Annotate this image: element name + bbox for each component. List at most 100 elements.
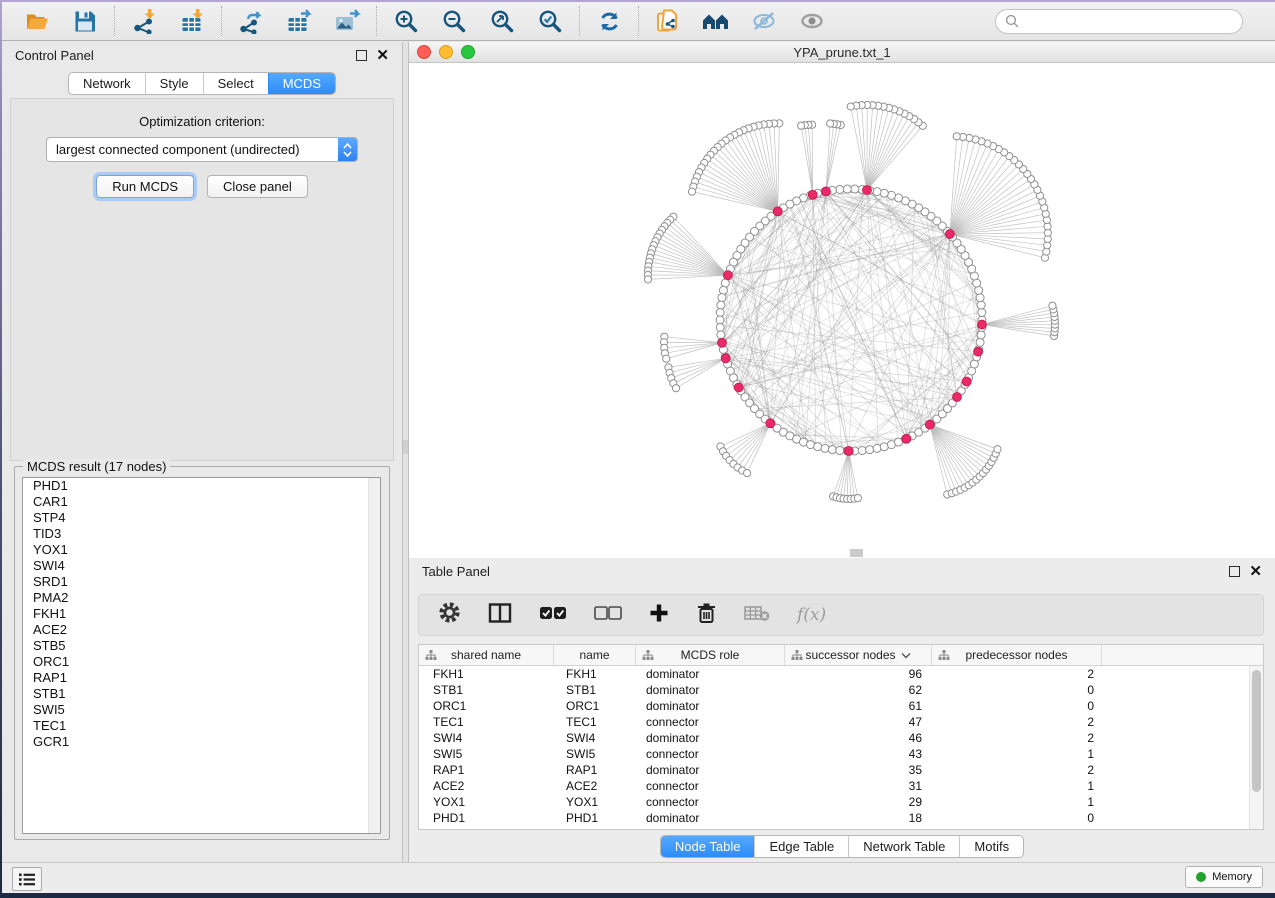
network-node[interactable] [721, 279, 729, 287]
mcds-hub-node[interactable] [734, 383, 743, 392]
column-header-shared-name[interactable]: shared name [419, 645, 554, 665]
export-table-button[interactable] [285, 8, 313, 34]
network-node[interactable] [688, 188, 695, 195]
mcds-result-item[interactable]: ACE2 [23, 622, 380, 638]
horizontal-splitter-handle[interactable] [850, 549, 863, 557]
apply-layout-button[interactable] [595, 8, 623, 34]
table-row[interactable]: ACE2ACE2connector311 [419, 778, 1263, 794]
task-history-button[interactable] [12, 867, 42, 891]
network-node[interactable] [851, 185, 859, 193]
export-image-button[interactable] [333, 8, 361, 34]
column-header-predecessor-nodes[interactable]: predecessor nodes [932, 645, 1102, 665]
network-node[interactable] [814, 443, 822, 451]
table-row[interactable]: STB1STB1dominator620 [419, 682, 1263, 698]
import-table-button[interactable] [178, 8, 206, 34]
run-mcds-button[interactable]: Run MCDS [96, 175, 194, 198]
network-node[interactable] [978, 309, 986, 317]
mcds-hub-node[interactable] [925, 420, 934, 429]
table-scrollbar[interactable] [1249, 666, 1263, 829]
network-canvas[interactable] [409, 63, 1275, 558]
criterion-dropdown[interactable]: largest connected component (undirected) [46, 137, 358, 162]
network-node[interactable] [836, 447, 844, 455]
mcds-hub-node[interactable] [844, 446, 853, 455]
network-node[interactable] [847, 103, 854, 110]
select-all-button[interactable] [539, 606, 567, 625]
memory-button[interactable]: Memory [1185, 866, 1263, 888]
network-node[interactable] [977, 331, 985, 339]
network-node[interactable] [717, 301, 725, 309]
mcds-hub-node[interactable] [862, 185, 871, 194]
hide-selected-button[interactable] [750, 8, 778, 34]
network-graph[interactable] [409, 63, 1275, 558]
network-node[interactable] [994, 446, 1001, 453]
table-row[interactable]: YOX1YOX1connector291 [419, 794, 1263, 810]
mcds-result-item[interactable]: STP4 [23, 510, 380, 526]
mcds-result-list[interactable]: PHD1CAR1STP4TID3YOX1SWI4SRD1PMA2FKH1ACE2… [22, 477, 381, 834]
copy-network-button[interactable] [654, 8, 682, 34]
mcds-hub-node[interactable] [808, 190, 817, 199]
mcds-hub-node[interactable] [902, 434, 911, 443]
table-row[interactable]: FKH1FKH1dominator962 [419, 666, 1263, 682]
mcds-result-item[interactable]: SRD1 [23, 574, 380, 590]
column-header-MCDS-role[interactable]: MCDS role [636, 645, 785, 665]
table-row[interactable]: SWI4SWI4dominator462 [419, 730, 1263, 746]
mcds-hub-node[interactable] [822, 187, 831, 196]
window-zoom-light[interactable] [461, 45, 475, 59]
zoom-out-button[interactable] [440, 8, 468, 34]
zoom-selected-button[interactable] [536, 8, 564, 34]
close-panel-icon[interactable]: ✕ [1249, 564, 1262, 579]
mcds-hub-node[interactable] [962, 377, 971, 386]
table-row[interactable]: RAP1RAP1dominator352 [419, 762, 1263, 778]
column-header-name[interactable]: name [554, 645, 636, 665]
mcds-result-item[interactable]: STB1 [23, 686, 380, 702]
mcds-hub-node[interactable] [723, 271, 732, 280]
import-network-button[interactable] [130, 8, 158, 34]
network-node[interactable] [672, 385, 679, 392]
tab-motifs[interactable]: Motifs [959, 836, 1023, 857]
table-settings-button[interactable] [438, 601, 461, 629]
network-node[interactable] [977, 301, 985, 309]
delete-table-button[interactable] [744, 604, 770, 627]
network-node[interactable] [836, 185, 844, 193]
network-node[interactable] [866, 446, 874, 454]
tab-network-table[interactable]: Network Table [848, 836, 959, 857]
network-node[interactable] [975, 286, 983, 294]
export-network-button[interactable] [237, 8, 265, 34]
table-row[interactable]: PHD1PHD1dominator180 [419, 810, 1263, 826]
mcds-hub-node[interactable] [721, 354, 730, 363]
mcds-hub-node[interactable] [717, 338, 726, 347]
tab-network[interactable]: Network [69, 73, 145, 94]
delete-column-button[interactable] [696, 602, 717, 629]
tab-style[interactable]: Style [145, 73, 203, 94]
mcds-result-item[interactable]: STB5 [23, 638, 380, 654]
network-node[interactable] [843, 185, 851, 193]
float-panel-icon[interactable] [356, 50, 367, 61]
first-neighbors-button[interactable] [702, 8, 730, 34]
window-minimize-light[interactable] [439, 45, 453, 59]
network-node[interactable] [798, 122, 805, 129]
network-node[interactable] [718, 294, 726, 302]
mcds-result-item[interactable]: FKH1 [23, 606, 380, 622]
window-close-light[interactable] [417, 45, 431, 59]
network-node[interactable] [976, 338, 984, 346]
network-node[interactable] [828, 446, 836, 454]
network-node[interactable] [854, 494, 861, 501]
network-node[interactable] [663, 355, 670, 362]
network-node[interactable] [976, 294, 984, 302]
mcds-hub-node[interactable] [952, 392, 961, 401]
network-node[interactable] [873, 444, 881, 452]
network-node[interactable] [744, 469, 751, 476]
mcds-result-item[interactable]: PHD1 [23, 478, 380, 494]
float-panel-icon[interactable] [1229, 566, 1240, 577]
save-session-button[interactable] [71, 8, 99, 34]
network-node[interactable] [716, 323, 724, 331]
mcds-result-item[interactable]: TID3 [23, 526, 380, 542]
network-node[interactable] [1049, 302, 1056, 309]
mcds-result-item[interactable]: TEC1 [23, 718, 380, 734]
open-file-button[interactable] [23, 8, 51, 34]
mcds-result-item[interactable]: SWI5 [23, 702, 380, 718]
vertical-splitter[interactable] [402, 42, 409, 863]
splitter-handle[interactable] [403, 440, 408, 454]
table-row[interactable]: ORC1ORC1dominator610 [419, 698, 1263, 714]
mcds-result-item[interactable]: RAP1 [23, 670, 380, 686]
